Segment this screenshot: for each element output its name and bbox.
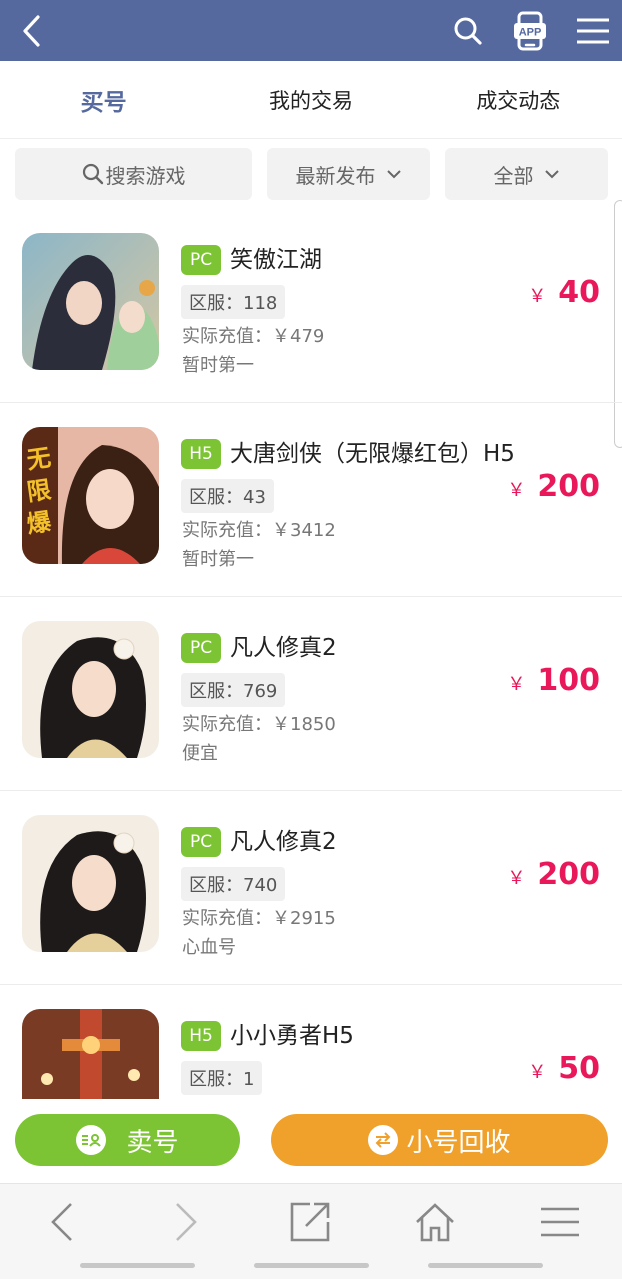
menu-icon: [541, 1207, 579, 1237]
listing-title: 小小勇者H5: [230, 1023, 354, 1049]
recycle-label: 小号回收: [406, 1127, 511, 1158]
sell-label: 卖号: [126, 1127, 179, 1158]
listing-list[interactable]: PC 笑傲江湖 区服：118 实际充值：￥479 暂时第一 ￥ 40 无 限 爆…: [0, 209, 622, 1099]
forward-icon: [176, 1203, 197, 1241]
action-bar: 卖号 小号回收: [0, 1099, 622, 1183]
listing-item[interactable]: H5 小小勇者H5 区服：1 ￥ 50: [0, 985, 622, 1099]
back-icon: [51, 1203, 72, 1241]
nav-gesture-handle: [428, 1263, 543, 1268]
listing-title: 大唐剑侠（无限爆红包）H5: [230, 441, 515, 467]
svg-text:无: 无: [25, 444, 53, 475]
search-placeholder: 搜索游戏: [105, 163, 186, 188]
home-icon: [416, 1203, 454, 1242]
server-badge: 区服：769: [181, 673, 286, 707]
platform-tag: PC: [181, 827, 221, 857]
tab-deal-feed[interactable]: 成交动态: [415, 61, 622, 138]
game-thumbnail: [22, 233, 159, 370]
game-thumbnail: 无 限 爆: [22, 427, 159, 564]
sort-label: 最新发布: [295, 163, 376, 188]
account-recycle-button[interactable]: 小号回收: [271, 1114, 608, 1166]
top-nav-bar: APP: [0, 0, 622, 61]
price-value: 200: [537, 857, 600, 892]
listing-item[interactable]: PC 笑傲江湖 区服：118 实际充值：￥479 暂时第一 ￥ 40: [0, 209, 622, 403]
browser-home-button[interactable]: [405, 1194, 465, 1250]
search-icon: [454, 17, 482, 45]
svg-text:爆: 爆: [25, 507, 54, 538]
browser-back-button[interactable]: [32, 1194, 92, 1250]
back-button[interactable]: [10, 0, 54, 61]
recharge-amount: 实际充值：￥1850: [182, 714, 336, 735]
category-label: 全部: [493, 163, 534, 188]
search-button[interactable]: [446, 0, 490, 61]
listing-price: ￥ 40: [528, 275, 600, 310]
listing-title: 凡人修真2: [230, 635, 337, 661]
listing-title: 凡人修真2: [230, 829, 337, 855]
tab-bar: 买号 我的交易 成交动态: [0, 61, 622, 139]
listing-item[interactable]: PC 凡人修真2 区服：740 实际充值：￥2915 心血号 ￥ 200: [0, 791, 622, 985]
category-dropdown[interactable]: 全部: [445, 148, 608, 200]
app-download-button[interactable]: APP: [506, 0, 554, 61]
sell-account-button[interactable]: 卖号: [15, 1114, 240, 1166]
listing-item[interactable]: 无 限 爆 H5 大唐剑侠（无限爆红包）H5 区服：43 实际充值：￥3412 …: [0, 403, 622, 597]
currency-symbol: ￥: [507, 480, 526, 501]
price-value: 40: [558, 275, 600, 310]
currency-symbol: ￥: [528, 1062, 547, 1083]
share-icon: [290, 1202, 330, 1242]
chevron-left-icon: [23, 14, 40, 47]
recharge-amount: 实际充值：￥479: [182, 326, 325, 347]
price-value: 100: [537, 663, 600, 698]
currency-symbol: ￥: [528, 286, 547, 307]
svg-text:限: 限: [25, 476, 53, 507]
exchange-icon: [368, 1125, 399, 1155]
tab-my-trades[interactable]: 我的交易: [207, 61, 414, 138]
listing-price: ￥ 100: [507, 663, 600, 698]
platform-tag: H5: [181, 1021, 221, 1051]
listing-title: 笑傲江湖: [230, 247, 322, 273]
sort-dropdown[interactable]: 最新发布: [267, 148, 430, 200]
game-thumbnail: [22, 1009, 159, 1099]
chevron-down-icon: [544, 169, 560, 179]
listing-item[interactable]: PC 凡人修真2 区服：769 实际充值：￥1850 便宜 ￥ 100: [0, 597, 622, 791]
game-thumbnail: [22, 621, 159, 758]
price-value: 50: [558, 1051, 600, 1086]
nav-gesture-handle: [80, 1263, 195, 1268]
listing-price: ￥ 200: [507, 857, 600, 892]
chevron-down-icon: [386, 169, 402, 179]
browser-share-button[interactable]: [280, 1194, 340, 1250]
app-badge-text: APP: [519, 26, 542, 38]
listing-price: ￥ 200: [507, 469, 600, 504]
listing-price: ￥ 50: [528, 1051, 600, 1086]
platform-tag: PC: [181, 245, 221, 275]
currency-symbol: ￥: [507, 674, 526, 695]
price-value: 200: [537, 469, 600, 504]
tab-buy-account[interactable]: 买号: [0, 61, 207, 138]
platform-tag: H5: [181, 439, 221, 469]
browser-menu-button[interactable]: [530, 1194, 590, 1250]
app-phone-icon: APP: [514, 11, 546, 50]
sell-icon: [76, 1125, 107, 1155]
recharge-amount: 实际充值：￥3412: [182, 520, 336, 541]
currency-symbol: ￥: [507, 868, 526, 889]
menu-button[interactable]: [570, 0, 616, 61]
listing-note: 便宜: [182, 743, 218, 764]
nav-gesture-handle: [254, 1263, 369, 1268]
listing-note: 心血号: [182, 937, 236, 958]
server-badge: 区服：740: [181, 867, 286, 901]
search-game-input[interactable]: 搜索游戏: [15, 148, 252, 200]
search-icon: [82, 163, 104, 185]
game-thumbnail: [22, 815, 159, 952]
platform-tag: PC: [181, 633, 221, 663]
server-badge: 区服：43: [181, 479, 274, 513]
server-badge: 区服：1: [181, 1061, 263, 1095]
browser-forward-button[interactable]: [156, 1194, 216, 1250]
recharge-amount: 实际充值：￥2915: [182, 908, 336, 929]
listing-note: 暂时第一: [182, 549, 254, 570]
server-badge: 区服：118: [181, 285, 286, 319]
hamburger-icon: [577, 18, 609, 43]
listing-note: 暂时第一: [182, 355, 254, 376]
